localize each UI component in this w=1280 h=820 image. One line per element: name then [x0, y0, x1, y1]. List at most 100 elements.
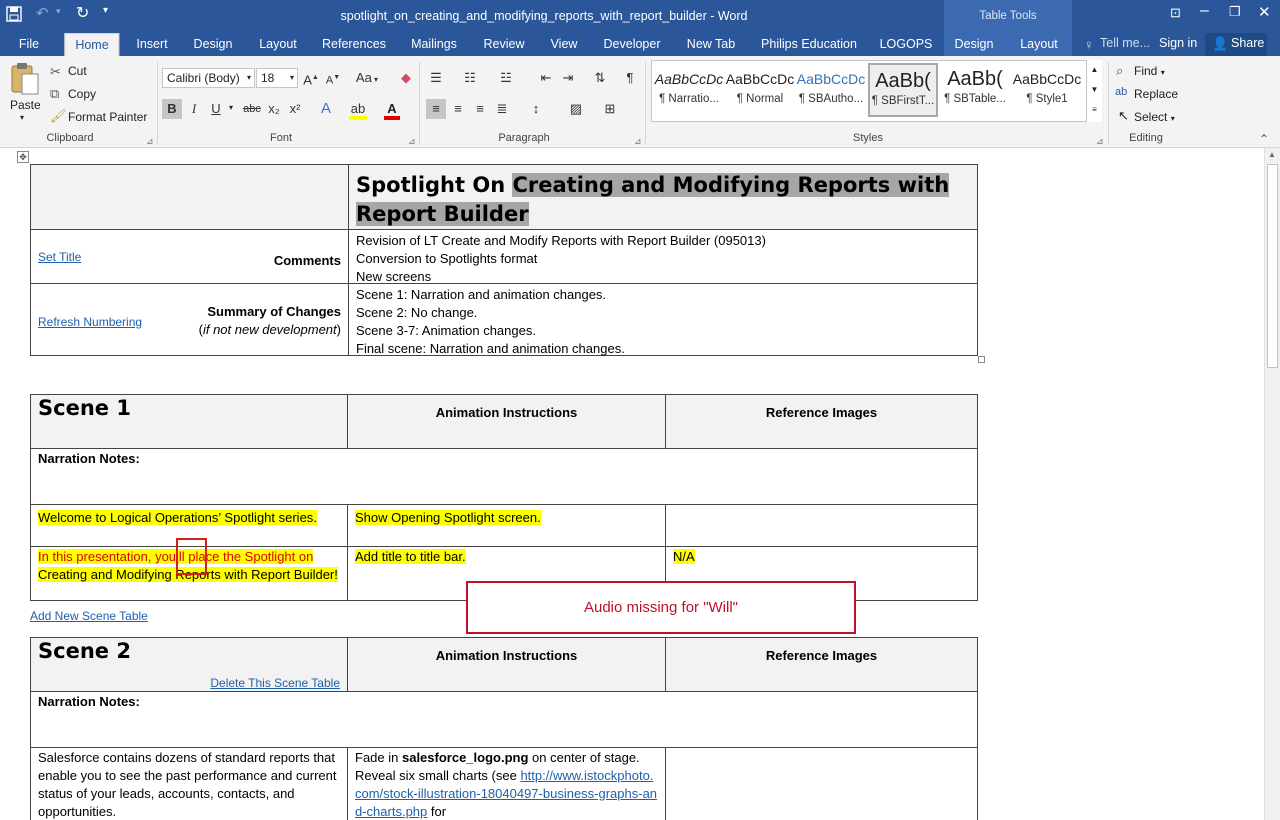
- style-sbauthor[interactable]: AaBbCcDc ¶ SBAutho...: [796, 63, 866, 117]
- clipboard-launcher-icon[interactable]: ⊿: [146, 136, 154, 147]
- style-narration[interactable]: AaBbCcDc ¶ Narratio...: [654, 63, 724, 117]
- vertical-scrollbar[interactable]: ▲: [1264, 148, 1280, 820]
- bullets-icon[interactable]: ☰: [426, 68, 446, 88]
- tab-developer[interactable]: Developer: [604, 33, 661, 56]
- cut-button[interactable]: Cut: [68, 64, 87, 78]
- subscript-button[interactable]: x₂: [264, 99, 284, 119]
- superscript-button[interactable]: x²: [285, 99, 305, 119]
- ribbon-display-options-icon[interactable]: ⊡: [1170, 5, 1181, 21]
- clear-formatting-icon[interactable]: ◆: [396, 68, 416, 88]
- change-case-button[interactable]: Aa ▾: [352, 68, 382, 88]
- font-launcher-icon[interactable]: ⊿: [408, 136, 416, 147]
- tab-references[interactable]: References: [322, 33, 386, 56]
- tab-design[interactable]: Design: [194, 33, 233, 56]
- underline-button[interactable]: U: [206, 99, 226, 119]
- comments-cell[interactable]: Revision of LT Create and Modify Reports…: [348, 229, 978, 284]
- scene2-row1-animation[interactable]: Fade in salesforce_logo.png on center of…: [347, 747, 666, 820]
- decrease-indent-icon[interactable]: ⇤: [536, 68, 556, 88]
- sort-icon[interactable]: ⇅: [590, 68, 610, 88]
- tab-view[interactable]: View: [551, 33, 578, 56]
- styles-scroll[interactable]: ▲ ▼ ≡: [1086, 60, 1102, 122]
- scene1-row1-animation[interactable]: Show Opening Spotlight screen.: [347, 504, 666, 547]
- format-painter-button[interactable]: Format Painter: [68, 110, 147, 124]
- scene1-title-cell[interactable]: Scene 1: [30, 394, 348, 449]
- table-resize-handle[interactable]: [978, 356, 985, 363]
- show-hide-marks-icon[interactable]: ¶: [620, 68, 640, 88]
- scene2-narration-notes[interactable]: Narration Notes:: [30, 691, 978, 748]
- underline-dropdown-icon[interactable]: ▾: [229, 103, 233, 112]
- close-icon[interactable]: ✕: [1258, 3, 1271, 21]
- tab-layout[interactable]: Layout: [259, 33, 297, 56]
- align-center-icon[interactable]: ≡: [448, 99, 468, 119]
- select-button[interactable]: Select ▾: [1134, 110, 1175, 124]
- styles-group-label: Styles: [853, 132, 883, 144]
- style-normal[interactable]: AaBbCcDc ¶ Normal: [725, 63, 795, 117]
- tab-review[interactable]: Review: [484, 33, 525, 56]
- line-spacing-icon[interactable]: ↕: [526, 99, 546, 119]
- ribbon-tabs: File Home Insert Design Layout Reference…: [0, 33, 1280, 56]
- replace-button[interactable]: Replace: [1134, 87, 1178, 101]
- align-left-icon[interactable]: ≡: [426, 99, 446, 119]
- scene2-row1-narration[interactable]: Salesforce contains dozens of standard r…: [30, 747, 348, 820]
- scrollbar-thumb[interactable]: [1267, 164, 1278, 368]
- tab-home[interactable]: Home: [64, 33, 120, 56]
- highlight-color-icon[interactable]: ab: [348, 99, 368, 120]
- delete-scene-table-link[interactable]: Delete This Scene Table: [210, 674, 340, 692]
- paste-button[interactable]: Paste: [10, 98, 41, 112]
- add-new-scene-table-link[interactable]: Add New Scene Table: [30, 609, 148, 623]
- table-move-handle-icon[interactable]: ✥: [17, 151, 29, 163]
- tab-table-design[interactable]: Design: [955, 33, 994, 56]
- title-text: Spotlight On: [356, 173, 513, 197]
- style-sbfirsttitle[interactable]: AaBb(¶ SBFirstT...: [868, 63, 938, 117]
- scene2-title-cell[interactable]: Scene 2 Delete This Scene Table: [30, 637, 348, 692]
- scene1-anim-header: Animation Instructions: [347, 394, 666, 449]
- minimize-icon[interactable]: –: [1200, 2, 1209, 20]
- find-button[interactable]: Find ▾: [1134, 64, 1165, 78]
- tab-new-tab[interactable]: New Tab: [687, 33, 735, 56]
- increase-indent-icon[interactable]: ⇥: [558, 68, 578, 88]
- text-effects-icon[interactable]: A: [316, 99, 336, 119]
- sign-in-link[interactable]: Sign in: [1159, 36, 1197, 50]
- tab-logops[interactable]: LOGOPS: [880, 33, 933, 56]
- set-title-link[interactable]: Set Title: [38, 248, 81, 266]
- style-sbtable[interactable]: AaBb(¶ SBTable...: [940, 63, 1010, 117]
- style-style1[interactable]: AaBbCcDc ¶ Style1: [1012, 63, 1082, 117]
- borders-icon[interactable]: ⊞: [600, 99, 620, 119]
- justify-icon[interactable]: ≣: [492, 99, 512, 119]
- shrink-font-icon[interactable]: A▼: [323, 68, 343, 88]
- bold-button[interactable]: B: [162, 99, 182, 119]
- font-color-icon[interactable]: A: [382, 99, 402, 120]
- paste-dropdown-icon[interactable]: ▾: [20, 113, 24, 122]
- multilevel-list-icon[interactable]: ☳: [496, 68, 516, 88]
- grow-font-icon[interactable]: A▲: [301, 68, 321, 88]
- italic-button[interactable]: I: [184, 99, 204, 119]
- changes-cell[interactable]: Scene 1: Narration and animation changes…: [348, 283, 978, 356]
- tab-file[interactable]: File: [19, 33, 39, 56]
- align-right-icon[interactable]: ≡: [470, 99, 490, 119]
- font-name-select[interactable]: Calibri (Body) ▾: [162, 68, 255, 88]
- scene1-narration-notes[interactable]: Narration Notes:: [30, 448, 978, 505]
- refresh-numbering-link[interactable]: Refresh Numbering: [38, 313, 142, 331]
- restore-icon[interactable]: ❐: [1229, 4, 1241, 20]
- paragraph-launcher-icon[interactable]: ⊿: [634, 136, 642, 147]
- scene1-row1-reference[interactable]: [665, 504, 978, 547]
- collapse-ribbon-icon[interactable]: ⌃: [1259, 132, 1269, 146]
- tab-insert[interactable]: Insert: [136, 33, 167, 56]
- tab-table-layout[interactable]: Layout: [1020, 33, 1058, 56]
- tell-me-box[interactable]: Tell me...: [1100, 36, 1150, 50]
- styles-launcher-icon[interactable]: ⊿: [1096, 136, 1104, 147]
- tab-philips-education[interactable]: Philips Education: [761, 33, 857, 56]
- font-size-select[interactable]: 18 ▾: [256, 68, 298, 88]
- scene2-row1-reference[interactable]: [665, 747, 978, 820]
- copy-button[interactable]: Copy: [68, 87, 96, 101]
- clipboard-icon[interactable]: [8, 62, 42, 98]
- document-area[interactable]: ✥ Spotlight On Creating and Modifying Re…: [0, 148, 1264, 820]
- shading-icon[interactable]: ▨: [566, 99, 586, 119]
- table-tools-banner: Table Tools: [944, 0, 1072, 33]
- tab-mailings[interactable]: Mailings: [411, 33, 457, 56]
- share-button[interactable]: 👤 Share: [1205, 33, 1267, 56]
- title-cell[interactable]: Spotlight On Creating and Modifying Repo…: [348, 164, 978, 230]
- scroll-up-icon[interactable]: ▲: [1268, 150, 1276, 159]
- strikethrough-button[interactable]: abc: [240, 99, 264, 119]
- numbering-icon[interactable]: ☷: [460, 68, 480, 88]
